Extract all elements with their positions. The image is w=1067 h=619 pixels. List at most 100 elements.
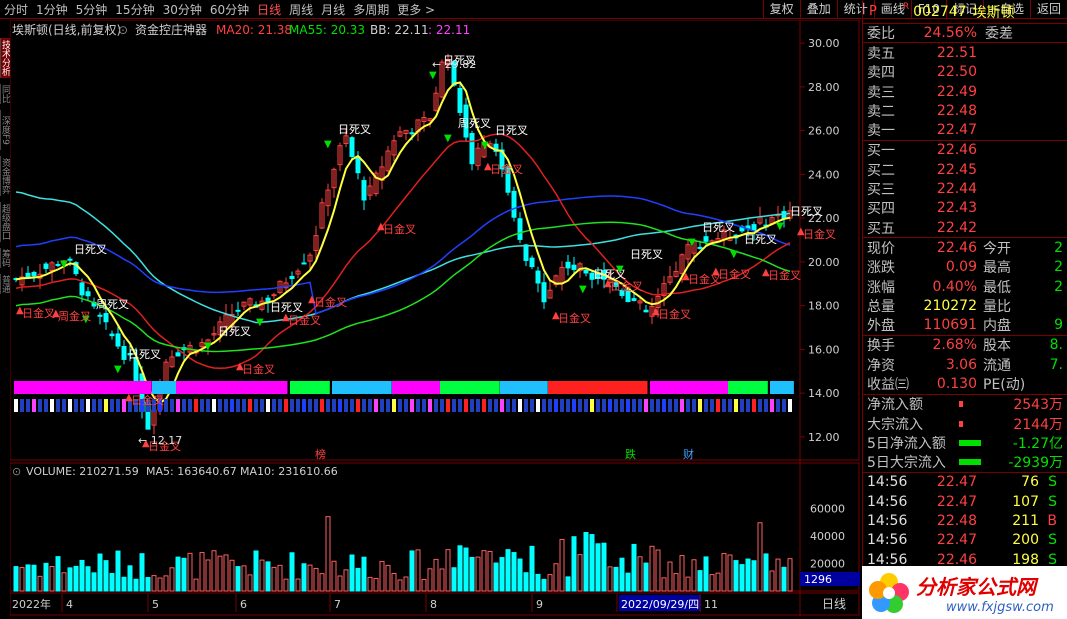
period-tab[interactable]: 1分钟	[32, 1, 72, 18]
period-tab[interactable]: 月线	[317, 1, 349, 18]
candle-body	[97, 314, 103, 317]
signal-tick	[170, 399, 174, 412]
volume-bar	[37, 575, 43, 592]
volume-bar	[727, 554, 733, 592]
toolbar-button[interactable]: 叠加	[799, 0, 837, 19]
left-tab[interactable]: 同比	[0, 84, 10, 104]
left-tab[interactable]: 筹码	[0, 248, 10, 268]
bid-row[interactable]: 买五 22.42	[863, 218, 1067, 237]
volume-bar	[283, 578, 289, 592]
toolbar-button[interactable]: 复权	[762, 0, 800, 19]
period-tab[interactable]: 日线	[253, 1, 285, 18]
settings-icon[interactable]: ⊙	[118, 23, 128, 37]
signal-tick	[776, 399, 780, 412]
period-tab[interactable]: 30分钟	[159, 1, 206, 18]
volume-bar	[715, 572, 721, 592]
volume-bar	[709, 574, 715, 592]
ask-row[interactable]: 卖二 22.48	[863, 101, 1067, 120]
marker-die[interactable]: 跌	[625, 447, 636, 461]
period-tab[interactable]: 更多 >	[393, 1, 439, 18]
ask-row[interactable]: 卖一 22.47	[863, 120, 1067, 139]
date-tick-label: 4	[66, 598, 73, 611]
period-tab[interactable]: 15分钟	[111, 1, 158, 18]
candle-body	[643, 309, 649, 313]
signal-tick	[368, 399, 372, 412]
volume-bar	[421, 578, 427, 592]
stat-value: 210272	[923, 297, 977, 314]
signal-tick	[536, 399, 540, 412]
period-tab[interactable]: 5分钟	[72, 1, 112, 18]
signal-label: 日死叉	[630, 248, 663, 261]
signal-tick	[302, 399, 306, 412]
signal-tick	[62, 399, 66, 412]
ask-row[interactable]: 卖五 22.51	[863, 43, 1067, 62]
candle-body	[43, 263, 49, 269]
trend-band-segment	[728, 381, 768, 394]
tick-price: 22.47	[936, 474, 977, 491]
left-tab[interactable]: 深度F9	[0, 110, 10, 150]
period-label[interactable]: 日线	[822, 597, 846, 611]
dead-cross-arrow-icon: ▼	[256, 317, 264, 328]
signal-tick	[428, 399, 432, 412]
ask-price: 22.50	[936, 64, 977, 81]
volume-bar	[343, 569, 349, 592]
period-tab[interactable]: 多周期	[349, 1, 393, 18]
flow-row: 5日大宗流入 -2939万	[863, 453, 1067, 472]
left-tab[interactable]: 超级盘口	[0, 202, 10, 242]
date-tick-label: 11	[704, 598, 718, 611]
ma20-label: MA20: 21.38	[216, 23, 292, 37]
stat-label: 收益㈢	[867, 377, 909, 393]
volume-bar	[97, 553, 103, 592]
volume-bar	[397, 579, 403, 592]
ask-row[interactable]: 卖四 22.50	[863, 63, 1067, 82]
period-tab[interactable]: 周线	[285, 1, 317, 18]
left-tab[interactable]: 资金博弈	[0, 156, 10, 196]
stat-label: 总量	[867, 298, 895, 315]
bid-row[interactable]: 买三 22.44	[863, 179, 1067, 198]
stats-block: 现价 22.46 今开 2 涨跌 0.09 最高 2 涨幅 0.40% 最低 2 总量 210272 量比外…	[863, 238, 1067, 336]
high-price-label: ← 29.82	[432, 58, 476, 71]
volume-readout: 1296	[804, 573, 832, 586]
volume-bar	[379, 560, 385, 592]
period-tab[interactable]: 分时	[0, 1, 32, 18]
marker-bang[interactable]: 榜	[315, 447, 326, 461]
volume-bar	[331, 560, 337, 592]
kline-chart[interactable]: 埃斯顿(日线,前复权) ⊙ 资金控庄神器 MA20: 21.38 MA55: 2…	[7, 19, 860, 616]
signal-tick	[20, 399, 24, 412]
volume-bar	[685, 576, 691, 592]
chart-title: 埃斯顿(日线,前复权)	[12, 22, 121, 37]
period-tab[interactable]: 60分钟	[206, 1, 253, 18]
bid-row[interactable]: 买一 22.46	[863, 141, 1067, 160]
left-tab[interactable]: 普通	[0, 274, 10, 294]
quote-header: P R 002747 埃斯顿	[863, 0, 1067, 24]
indicator-name[interactable]: 资金控庄神器	[135, 22, 207, 37]
left-tab[interactable]: 技术分析	[0, 38, 10, 78]
bid-row[interactable]: 买二 22.45	[863, 160, 1067, 179]
tick-time: 14:56	[867, 513, 908, 530]
stat-row: 收益㈢ 0.130 PE(动)	[863, 374, 1067, 393]
bid-row[interactable]: 买四 22.43	[863, 199, 1067, 218]
marker-cai[interactable]: 财	[683, 447, 694, 461]
volume-settings-icon[interactable]: ⊙	[12, 465, 21, 478]
volume-bar	[241, 565, 247, 592]
tick-price: 22.48	[936, 513, 977, 530]
tick-time: 14:56	[867, 493, 908, 510]
stat-value: 22.46	[936, 239, 977, 256]
signal-tick	[332, 399, 336, 412]
volume-bar	[619, 557, 625, 592]
ask-label: 卖二	[867, 103, 895, 120]
stat-value-2: 2	[1054, 239, 1063, 256]
signal-tick	[590, 399, 594, 412]
kline-chart-area[interactable]: 埃斯顿(日线,前复权) ⊙ 资金控庄神器 MA20: 21.38 MA55: 2…	[7, 19, 860, 616]
volume-bar	[301, 563, 307, 592]
signal-tick	[554, 399, 558, 412]
dead-cross-arrow-icon: ▼	[730, 249, 738, 260]
volume-bar	[457, 545, 463, 592]
price-tick-label: 14.00	[808, 387, 840, 400]
candle-body	[517, 218, 523, 240]
volume-bar	[367, 576, 373, 592]
volume-bar	[595, 543, 601, 592]
candle-body	[697, 246, 703, 249]
volume-label: VOLUME: 210271.59	[26, 465, 139, 478]
ask-row[interactable]: 卖三 22.49	[863, 82, 1067, 101]
